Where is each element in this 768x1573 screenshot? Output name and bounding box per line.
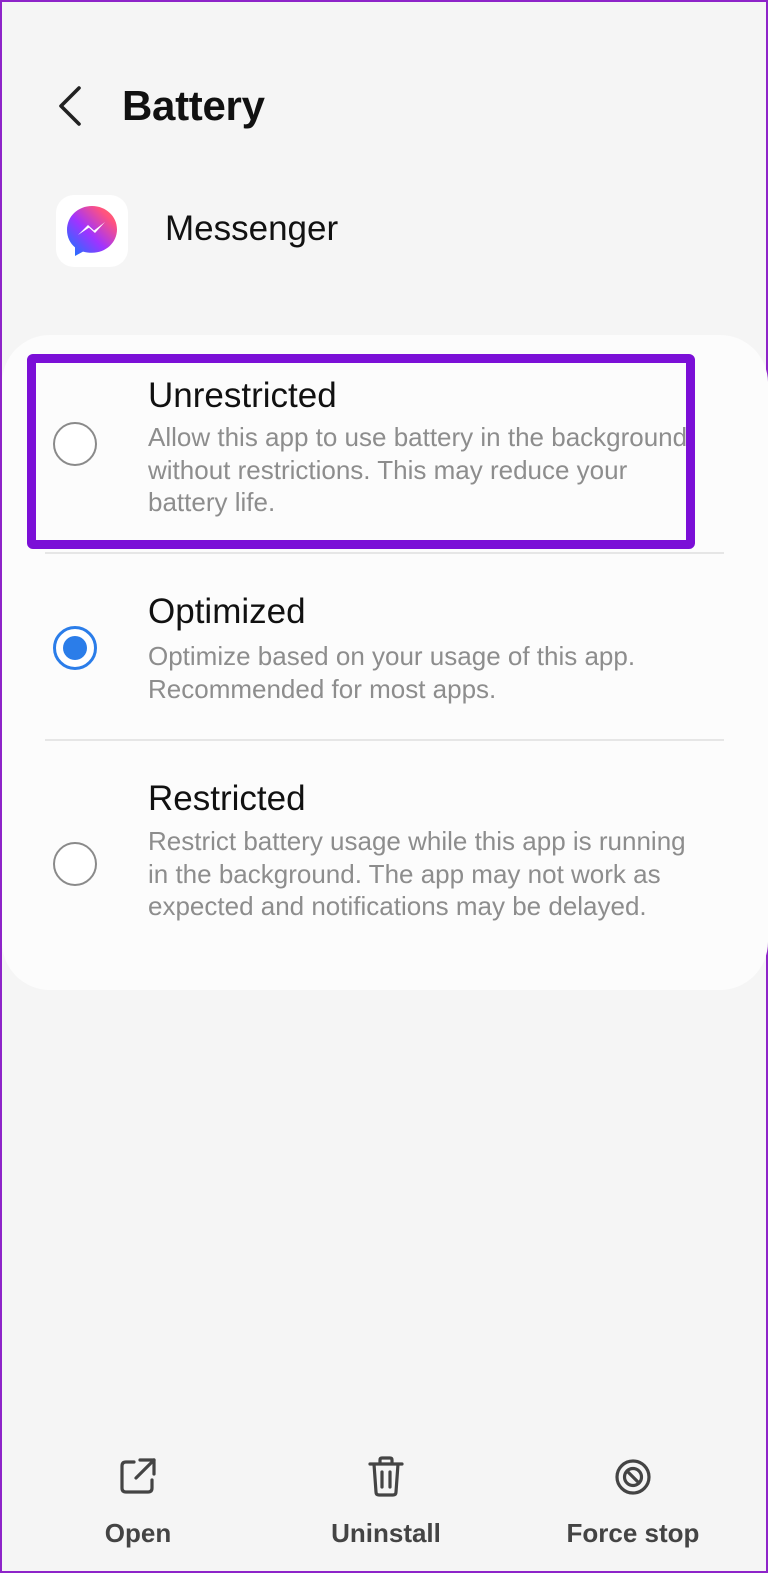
option-optimized[interactable]: Optimized Optimize based on your usage o…	[2, 554, 768, 740]
force-stop-button[interactable]: Force stop	[562, 1452, 704, 1549]
bottom-action-bar: Open Uninstall Force stop	[2, 1452, 768, 1562]
highlight-box	[27, 354, 695, 549]
option-description: Restrict battery usage while this app is…	[148, 826, 686, 921]
messenger-app-icon	[56, 195, 128, 267]
uninstall-button[interactable]: Uninstall	[324, 1452, 448, 1549]
app-name: Messenger	[165, 209, 339, 248]
option-title: Optimized	[148, 592, 306, 631]
block-icon	[615, 1459, 651, 1495]
uninstall-label: Uninstall	[331, 1518, 441, 1548]
option-restricted[interactable]: Restricted Restrict battery usage while …	[2, 741, 768, 990]
option-title: Restricted	[148, 779, 306, 818]
back-button[interactable]	[46, 80, 94, 132]
radio-restricted[interactable]	[53, 842, 97, 886]
chevron-left-icon	[59, 86, 81, 126]
open-external-icon	[120, 1458, 156, 1494]
screen: Battery Messenger Unrestricted Allow thi…	[0, 0, 768, 1573]
open-button[interactable]: Open	[88, 1452, 188, 1549]
trash-icon	[368, 1456, 404, 1497]
page-title: Battery	[122, 82, 265, 129]
option-description: Optimize based on your usage of this app…	[148, 641, 636, 704]
open-label: Open	[104, 1518, 172, 1548]
force-stop-label: Force stop	[566, 1518, 700, 1548]
radio-optimized[interactable]	[53, 626, 97, 670]
